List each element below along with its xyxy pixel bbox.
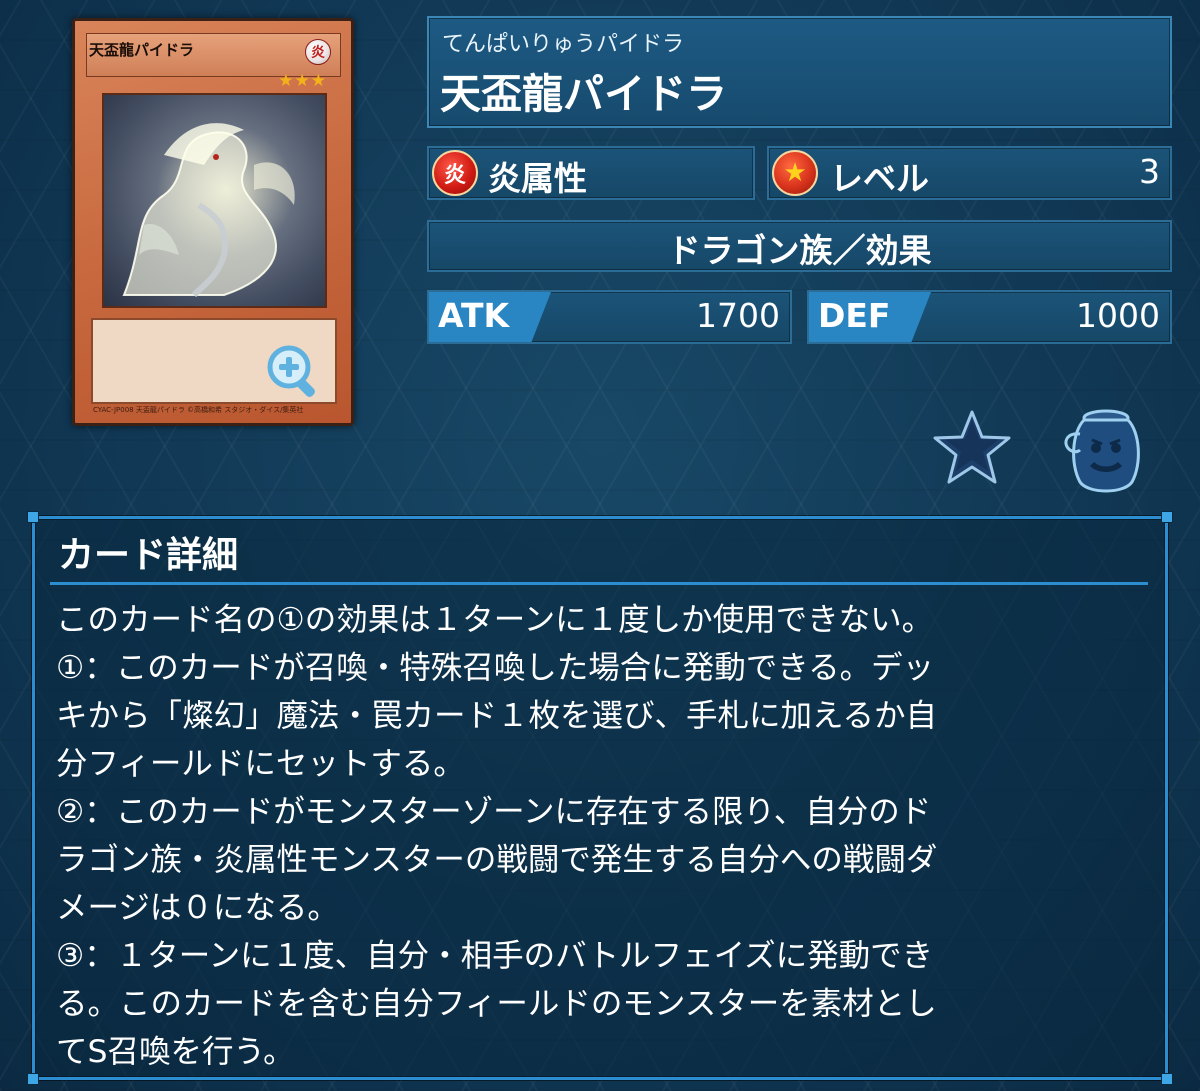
star-icon[interactable] <box>932 408 1012 488</box>
panel-corner-ornament <box>27 1073 39 1085</box>
card-artwork-dragon <box>102 93 327 308</box>
pot-of-greed-icon[interactable] <box>1058 404 1144 496</box>
card-image-level-stars: ★★★ <box>278 71 327 91</box>
def-value: 1000 <box>1076 296 1160 335</box>
dragon-artwork-illustration <box>122 123 295 298</box>
effect-text-line: ラゴン族・炎属性モンスターの戦闘で発生する自分への戦闘ダ <box>56 842 938 878</box>
effect-text-line: ③：１ターンに１度、自分・相手のバトルフェイズに発動でき <box>56 938 934 974</box>
attribute-label: 炎属性 <box>488 159 587 198</box>
card-image-name: 天盃龍パイドラ <box>89 41 195 59</box>
atk-label: ATK <box>438 296 510 335</box>
effect-text-line: ①：このカードが召喚・特殊召喚した場合に発動できる。デッ <box>56 650 935 686</box>
level-label: レベル <box>830 159 929 198</box>
fire-attribute-icon: 炎 <box>432 150 478 196</box>
atk-value: 1700 <box>696 296 780 335</box>
card-image-attribute-icon: 炎 <box>305 39 331 65</box>
effect-text-line: る。このカードを含む自分フィールドのモンスターを素材とし <box>56 986 937 1022</box>
card-name-title: 天盃龍パイドラ <box>440 70 727 118</box>
effect-text-line: ②：このカードがモンスターゾーンに存在する限り、自分のド <box>56 794 932 830</box>
card-detail-title: カード詳細 <box>58 535 239 576</box>
level-value: 3 <box>1139 152 1160 191</box>
card-name-ruby: てんぱいりゅうパイドラ <box>442 32 685 57</box>
effect-text-line: メージは０になる。 <box>56 890 339 926</box>
zoom-in-icon[interactable] <box>263 341 323 401</box>
card-image[interactable]: 天盃龍パイドラ 炎 ★★★ CYAC-JP008 天盃龍パイドラ ©高橋和希 ス… <box>72 18 354 426</box>
monster-type-line: ドラゴン族／効果 <box>667 231 932 270</box>
level-star-icon: ★ <box>772 150 818 196</box>
panel-corner-ornament <box>27 511 39 523</box>
card-effect-text: このカード名の①の効果は１ターンに１度しか使用できない。 ①：このカードが召喚・… <box>56 596 1152 1070</box>
card-image-footer: CYAC-JP008 天盃龍パイドラ ©高橋和希 スタジオ・ダイス/集英社 <box>93 406 304 414</box>
effect-text-line: キから「燦幻」魔法・罠カード１枚を選び、手札に加えるか自 <box>56 698 938 734</box>
detail-divider <box>50 582 1148 585</box>
effect-text-line: 分フィールドにセットする。 <box>56 746 465 782</box>
panel-corner-ornament <box>1161 1073 1173 1085</box>
effect-text-line: てS召喚を行う。 <box>56 1034 295 1070</box>
panel-corner-ornament <box>1161 511 1173 523</box>
def-label: DEF <box>818 296 891 335</box>
effect-text-line: このカード名の①の効果は１ターンに１度しか使用できない。 <box>56 602 934 638</box>
